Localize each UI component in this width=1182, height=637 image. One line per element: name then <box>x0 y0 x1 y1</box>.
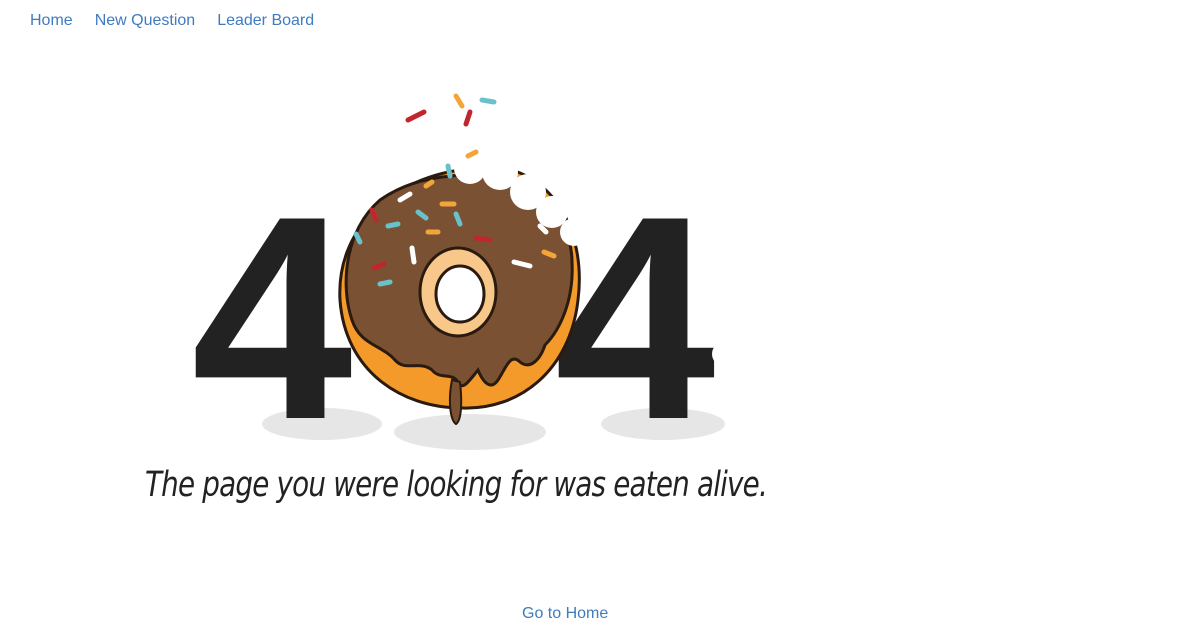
nav-new-question-link[interactable]: New Question <box>95 11 196 31</box>
digit-four-left: 4 <box>191 156 354 480</box>
error-tagline: The page you were looking for was eaten … <box>145 465 767 505</box>
nav-home-link[interactable]: Home <box>30 11 73 31</box>
digit-four-right: 4 <box>554 156 717 480</box>
shadow-center <box>394 414 546 450</box>
go-to-home-link[interactable]: Go to Home <box>522 604 608 624</box>
donut-icon <box>338 93 588 426</box>
top-nav: Home New Question Leader Board <box>30 11 314 31</box>
404-illustration: 4 4 The page you were looking for was ea… <box>145 93 768 505</box>
nav-leader-board-link[interactable]: Leader Board <box>217 11 314 31</box>
